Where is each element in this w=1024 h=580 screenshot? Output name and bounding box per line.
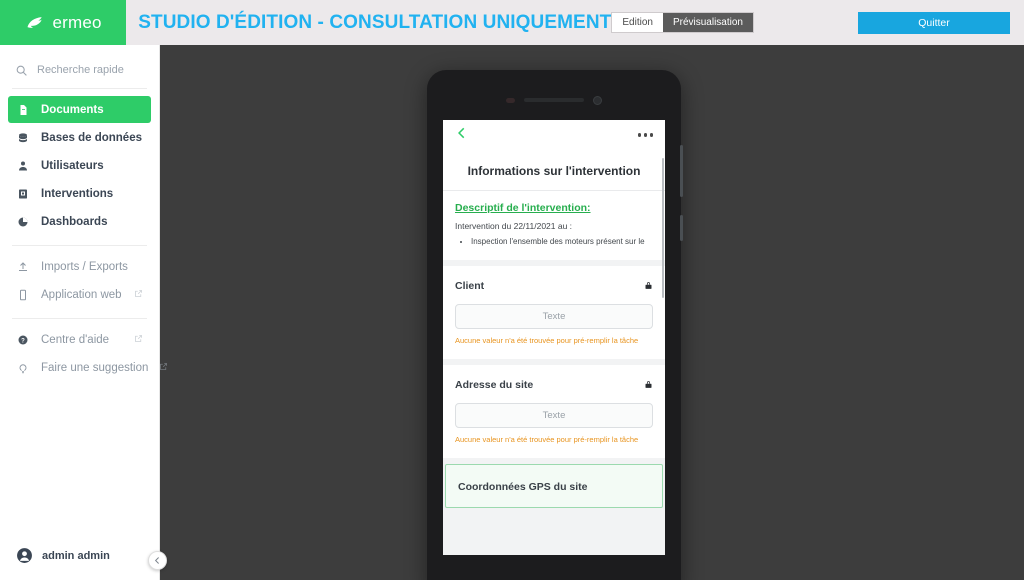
sidebar-item-application-web[interactable]: Application web <box>8 281 151 308</box>
text-input-adresse-du-site[interactable]: Texte <box>455 402 653 428</box>
sidebar-item-bases-de-donnees[interactable]: Bases de données <box>8 124 151 151</box>
field-label: Adresse du site <box>455 378 534 391</box>
help-circle-icon: ? <box>16 334 30 346</box>
description-line: Intervention du 22/11/2021 au : <box>455 221 573 231</box>
external-link-icon <box>159 362 168 374</box>
sidebar-item-label: Faire une suggestion <box>41 361 149 374</box>
document-icon <box>16 104 30 116</box>
lightbulb-icon <box>16 362 30 374</box>
description-card: Descriptif de l'intervention: Interventi… <box>443 190 665 260</box>
phone-screen: Informations sur l'intervention Descript… <box>443 120 665 555</box>
sidebar-item-documents[interactable]: Documents <box>8 96 151 123</box>
sidebar-item-label: Imports / Exports <box>41 260 128 273</box>
user-icon <box>16 160 30 172</box>
topbar-actions: Edition Prévisualisation Quitter <box>611 0 1024 45</box>
external-link-icon <box>134 334 143 346</box>
phone-mockup: Informations sur l'intervention Descript… <box>427 70 683 580</box>
field-card-adresse-du-site: Adresse du site Texte Aucune valeur n'a … <box>443 364 665 458</box>
sidebar-item-label: Bases de données <box>41 131 142 144</box>
tab-previsualisation[interactable]: Prévisualisation <box>662 13 753 32</box>
brand-logo[interactable]: ermeo <box>0 0 127 45</box>
search-input[interactable] <box>37 64 149 76</box>
upload-icon <box>16 261 30 273</box>
sidebar-item-label: Documents <box>41 103 104 116</box>
mode-toggle: Edition Prévisualisation <box>611 12 754 33</box>
avatar <box>16 547 33 564</box>
footer-user-name: admin admin <box>42 549 110 562</box>
field-head: Adresse du site <box>455 376 653 394</box>
lock-icon <box>644 277 653 295</box>
tab-edition[interactable]: Edition <box>612 13 663 32</box>
phone-power-button <box>680 215 683 241</box>
sidebar-primary-nav: Documents Bases de données Utilisateurs … <box>0 89 159 236</box>
sidebar: Documents Bases de données Utilisat <box>0 45 168 580</box>
sidebar-item-dashboards[interactable]: Dashboards <box>8 208 151 235</box>
chevron-left-icon <box>153 552 162 570</box>
list-item: Inspection l'ensemble des moteurs présen… <box>471 237 653 248</box>
sidebar-secondary-nav: Imports / Exports Application web <box>0 246 159 309</box>
brand-name: ermeo <box>52 12 102 32</box>
sidebar-item-label: Utilisateurs <box>41 159 104 172</box>
field-warning: Aucune valeur n'a été trouvée pour pré-r… <box>455 434 639 444</box>
app-root: ermeo STUDIO D'ÉDITION - CONSULTATION UN… <box>0 0 1024 580</box>
field-head: Client <box>455 277 653 295</box>
search-row[interactable] <box>0 52 159 88</box>
search-icon <box>14 64 28 77</box>
nav-gap-2 <box>0 309 159 318</box>
mobile-screen-body[interactable]: Informations sur l'intervention Descript… <box>443 150 665 555</box>
mobile-app-header <box>443 120 665 150</box>
chevron-left-icon[interactable] <box>455 126 469 145</box>
description-heading: Descriptif de l'intervention: <box>455 202 591 214</box>
field-label: Coordonnées GPS du site <box>458 480 588 493</box>
database-icon <box>16 132 30 144</box>
nav-gap-1 <box>0 236 159 245</box>
clipboard-icon <box>16 188 30 200</box>
sidebar-item-faire-une-suggestion[interactable]: Faire une suggestion <box>8 354 168 381</box>
proximity-sensor-icon <box>506 97 515 103</box>
front-camera-icon <box>593 95 602 105</box>
sidebar-item-label: Application web <box>41 288 122 301</box>
svg-text:?: ? <box>21 338 25 344</box>
preview-canvas: Informations sur l'intervention Descript… <box>160 45 1024 580</box>
document-title-card: Informations sur l'intervention <box>443 150 665 190</box>
external-link-icon <box>134 289 143 301</box>
field-warning: Aucune valeur n'a été trouvée pour pré-r… <box>455 335 639 345</box>
field-card-coordonnees-gps[interactable]: Coordonnées GPS du site <box>445 463 663 508</box>
sidebar-item-utilisateurs[interactable]: Utilisateurs <box>8 152 151 179</box>
sidebar-tertiary-nav: ? Centre d'aide Faire une suggestion <box>0 319 168 382</box>
kebab-menu-icon[interactable] <box>637 133 653 137</box>
sidebar-item-label: Dashboards <box>41 215 108 228</box>
document-title: Informations sur l'intervention <box>467 164 641 178</box>
phone-speaker-row <box>427 95 681 105</box>
quit-button[interactable]: Quitter <box>858 11 1010 34</box>
sidebar-item-label: Interventions <box>41 187 114 200</box>
lock-icon <box>644 376 653 394</box>
screen-scrollbar[interactable] <box>661 158 664 298</box>
sidebar-item-interventions[interactable]: Interventions <box>8 180 151 207</box>
sidebar-collapse-button[interactable] <box>148 551 167 570</box>
earpiece-speaker-icon <box>524 98 584 102</box>
ermeo-leaf-icon <box>25 13 45 33</box>
sidebar-item-imports-exports[interactable]: Imports / Exports <box>8 253 151 280</box>
page-title: STUDIO D'ÉDITION - CONSULTATION UNIQUEME… <box>138 11 612 33</box>
phone-volume-button <box>680 145 683 197</box>
sidebar-footer[interactable]: admin admin <box>0 547 159 580</box>
mobile-icon <box>16 289 30 301</box>
pie-chart-icon <box>16 216 30 228</box>
top-bar: ermeo STUDIO D'ÉDITION - CONSULTATION UN… <box>0 0 1024 45</box>
field-card-client: Client Texte Aucune valeur n'a été trouv… <box>443 265 665 359</box>
text-input-client[interactable]: Texte <box>455 303 653 329</box>
sidebar-item-centre-daide[interactable]: ? Centre d'aide <box>8 326 151 353</box>
sidebar-item-label: Centre d'aide <box>41 333 110 346</box>
field-label: Client <box>455 279 485 292</box>
description-bullet-list: Inspection l'ensemble des moteurs présen… <box>471 237 653 248</box>
